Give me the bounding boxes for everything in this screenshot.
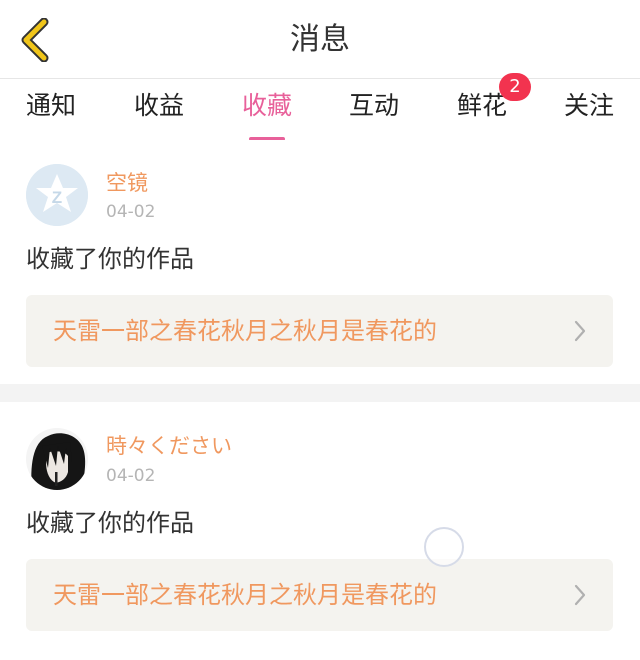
tab-label: 互动 (348, 91, 399, 120)
username[interactable]: 時々ください (106, 433, 232, 459)
chevron-right-icon (574, 320, 586, 342)
tab-favorites[interactable]: 收藏 (240, 91, 294, 141)
top-bar: 消息 (0, 0, 640, 79)
work-link[interactable]: 天雷一部之春花秋月之秋月是春花的 (26, 295, 613, 367)
action-text: 收藏了你的作品 (26, 509, 194, 537)
section-divider (0, 384, 640, 402)
tab-flowers[interactable]: 鲜花 2 (455, 73, 531, 135)
tab-following[interactable]: 关注 (562, 91, 616, 135)
avatar[interactable] (26, 428, 88, 490)
timestamp: 04-02 (106, 466, 156, 486)
tab-notifications[interactable]: 通知 (24, 91, 78, 135)
unread-badge: 2 (499, 73, 531, 101)
tab-label: 收益 (133, 91, 184, 120)
svg-text:Z: Z (52, 188, 62, 207)
tab-earnings[interactable]: 收益 (132, 91, 186, 135)
username[interactable]: 空镜 (106, 170, 148, 196)
action-text: 收藏了你的作品 (26, 245, 194, 273)
user-photo (26, 428, 88, 490)
timestamp: 04-02 (106, 202, 156, 222)
chevron-right-icon (574, 584, 586, 606)
tab-bar: 通知 收益 收藏 互动 鲜花 2 关注 (0, 73, 640, 141)
avatar[interactable]: Z (26, 164, 88, 226)
work-title: 天雷一部之春花秋月之秋月是春花的 (53, 317, 437, 345)
tab-label: 关注 (563, 91, 614, 120)
loading-spinner (424, 527, 464, 567)
page-title: 消息 (290, 22, 350, 57)
tab-interactions[interactable]: 互动 (347, 91, 401, 135)
message-card: Z 空镜 04-02 收藏了你的作品 天雷一部之春花秋月之秋月是春花的 (0, 140, 640, 384)
work-link[interactable]: 天雷一部之春花秋月之秋月是春花的 (26, 559, 613, 631)
tab-label: 鲜花 (456, 91, 507, 120)
work-title: 天雷一部之春花秋月之秋月是春花的 (53, 581, 437, 609)
tab-label: 通知 (25, 91, 76, 120)
tab-label: 收藏 (241, 91, 292, 120)
message-card: 時々ください 04-02 收藏了你的作品 天雷一部之春花秋月之秋月是春花的 (0, 402, 640, 660)
default-avatar-icon: Z (26, 164, 88, 226)
